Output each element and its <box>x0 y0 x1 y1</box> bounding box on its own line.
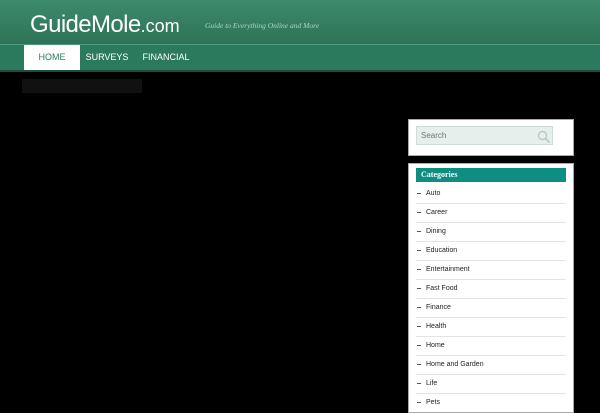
post-paragraph <box>22 326 357 386</box>
dash-icon <box>417 288 421 289</box>
search-input[interactable] <box>416 126 553 145</box>
category-label: Fast Food <box>426 285 458 292</box>
dash-icon <box>417 231 421 232</box>
site-header: GuideMole.com Guide to Everything Online… <box>0 0 600 44</box>
dash-icon <box>417 364 421 365</box>
category-item[interactable]: Home and Garden <box>416 356 566 375</box>
categories-widget: Categories Auto Career Dining Education … <box>408 163 574 413</box>
dash-icon <box>417 212 421 213</box>
category-label: Health <box>426 323 447 330</box>
category-label: Finance <box>426 304 451 311</box>
post-paragraph <box>22 200 357 247</box>
category-item[interactable]: Entertainment <box>416 261 566 280</box>
categories-list: Auto Career Dining Education Entertainme… <box>416 185 566 412</box>
main-nav: HOME SURVEYS FINANCIAL <box>0 44 600 70</box>
dash-icon <box>417 402 421 403</box>
category-item[interactable]: Career <box>416 204 566 223</box>
category-item[interactable]: Fast Food <box>416 280 566 299</box>
category-item[interactable]: Pets <box>416 394 566 412</box>
dash-icon <box>417 250 421 251</box>
dash-icon <box>417 345 421 346</box>
category-item[interactable]: Auto <box>416 185 566 204</box>
category-label: Education <box>426 247 458 254</box>
category-label: Entertainment <box>426 266 470 273</box>
search-icon[interactable] <box>537 130 551 144</box>
nav-item-home[interactable]: HOME <box>24 45 80 70</box>
category-label: Pets <box>426 399 441 406</box>
category-label: Auto <box>426 190 441 197</box>
nav-divider <box>0 70 600 72</box>
dash-icon <box>417 193 421 194</box>
category-label: Dining <box>426 228 446 235</box>
nav-item-financial[interactable]: FINANCIAL <box>136 45 196 70</box>
category-item[interactable]: Dining <box>416 223 566 242</box>
logo-main: GuideMole <box>30 11 141 38</box>
category-item[interactable]: Finance <box>416 299 566 318</box>
dash-icon <box>417 326 421 327</box>
categories-title: Categories <box>416 168 566 182</box>
nav-item-surveys[interactable]: SURVEYS <box>82 45 132 70</box>
site-tagline: Guide to Everything Online and More <box>205 21 320 30</box>
dash-icon <box>417 383 421 384</box>
site-logo[interactable]: GuideMole.com <box>30 10 180 41</box>
category-item[interactable]: Life <box>416 375 566 394</box>
post-title[interactable] <box>22 79 142 93</box>
search-widget <box>408 119 574 156</box>
logo-tld: .com <box>140 16 180 36</box>
category-label: Career <box>426 209 448 216</box>
category-label: Life <box>426 380 438 387</box>
dash-icon <box>417 307 421 308</box>
category-item[interactable]: Education <box>416 242 566 261</box>
category-label: Home and Garden <box>426 361 484 368</box>
category-item[interactable]: Health <box>416 318 566 337</box>
category-label: Home <box>426 342 445 349</box>
post-meta <box>22 118 352 130</box>
dash-icon <box>417 269 421 270</box>
category-item[interactable]: Home <box>416 337 566 356</box>
post-paragraph <box>22 143 357 195</box>
post-paragraph <box>22 256 357 317</box>
